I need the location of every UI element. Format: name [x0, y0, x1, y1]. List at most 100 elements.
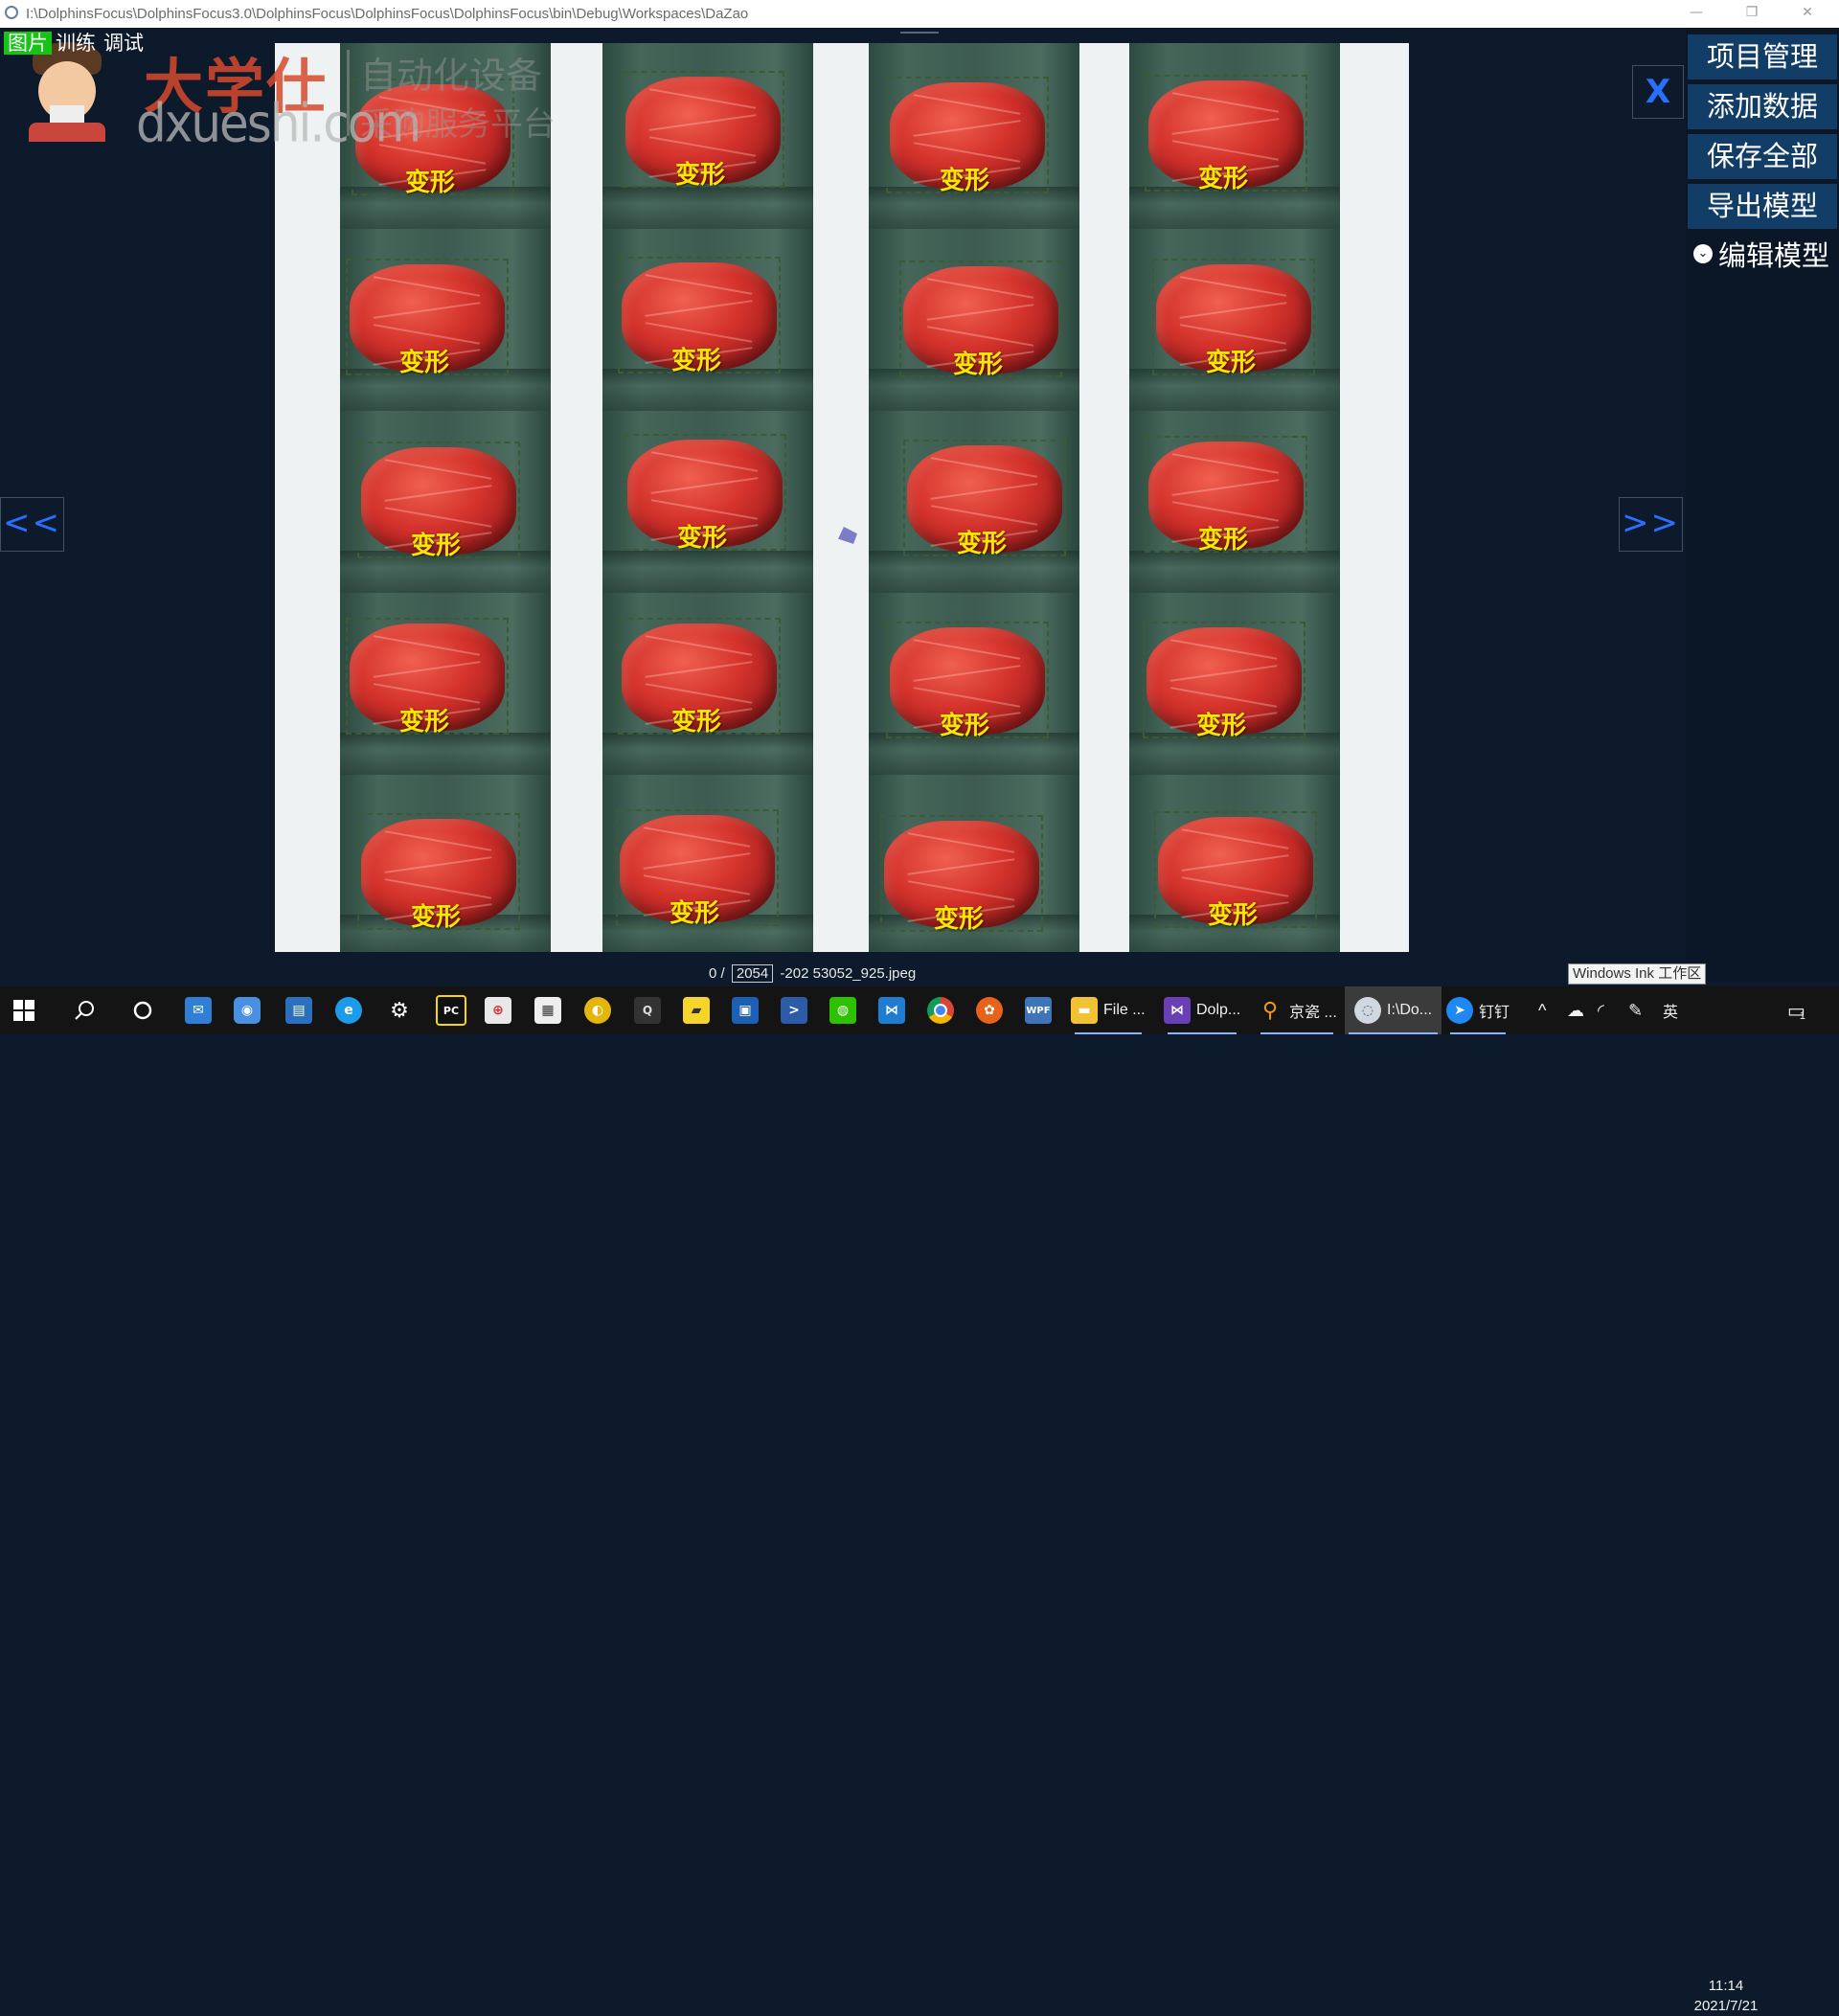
search-button[interactable] — [73, 986, 96, 1034]
q-app-icon: Q — [634, 997, 661, 1024]
next-image-button[interactable]: >> — [1619, 497, 1683, 552]
detection-label: 变形 — [953, 351, 1004, 379]
taskbar-mail[interactable]: ✉ — [185, 986, 212, 1034]
ime-indicator[interactable]: 英 — [1663, 986, 1678, 1034]
vscode-icon: ⋈ — [878, 997, 905, 1024]
taskbar-wpf[interactable]: WPF — [1025, 986, 1052, 1034]
taskbar-settings[interactable]: ⚙ — [386, 986, 413, 1034]
detection-label: 变形 — [677, 524, 728, 553]
detection-label: 变形 — [1208, 901, 1259, 930]
orange-app-icon: ✿ — [976, 997, 1003, 1024]
taskbar-app-2[interactable]: ◉ — [234, 986, 261, 1034]
minimize-button[interactable]: — — [1674, 0, 1718, 28]
wechat-icon: ◍ — [829, 997, 856, 1024]
taskbar-app-17[interactable]: ✿ — [976, 986, 1003, 1034]
taskbar-chrome[interactable] — [927, 986, 954, 1034]
add-data-button[interactable]: 添加数据 — [1688, 84, 1837, 129]
edit-model-label: 编辑模型 — [1718, 239, 1830, 272]
taskbar-app-dingtalk[interactable]: ➤ 钉钉 — [1446, 986, 1510, 1034]
cloud-icon[interactable]: ☁ — [1567, 986, 1584, 1034]
close-image-button[interactable]: X — [1632, 65, 1684, 119]
outlook-icon: ▤ — [285, 997, 312, 1024]
prev-image-button[interactable]: << — [0, 497, 64, 552]
search-app-icon: ⚲ — [1261, 998, 1279, 1023]
target-icon: ⊕ — [485, 997, 511, 1024]
network-app-icon: ▣ — [732, 997, 759, 1024]
detection-label: 变形 — [1198, 165, 1249, 193]
taskbar-label: File ... — [1103, 1002, 1146, 1018]
taskbar-app-9[interactable]: ◐ — [584, 986, 611, 1034]
roller — [602, 551, 813, 593]
export-model-button[interactable]: 导出模型 — [1688, 184, 1837, 229]
taskbar-pycharm[interactable]: PC — [436, 986, 466, 1034]
pycharm-icon: PC — [436, 995, 466, 1026]
start-button[interactable] — [13, 986, 34, 1034]
ball-icon: ◐ — [584, 997, 611, 1024]
dingtalk-icon: ➤ — [1446, 997, 1473, 1024]
pen-icon[interactable]: ✎ — [1628, 986, 1643, 1034]
detection-label: 变形 — [675, 161, 726, 190]
taskbar-vscode[interactable]: ⋈ — [878, 986, 905, 1034]
taskbar-app-3[interactable]: ▤ — [285, 986, 312, 1034]
taskbar-edge[interactable]: e — [335, 986, 362, 1034]
debris-speck — [838, 527, 857, 544]
image-total[interactable]: 2054 — [731, 964, 774, 983]
app-icon — [5, 6, 18, 19]
detection-label: 变形 — [671, 347, 722, 375]
detection-label: 变形 — [1206, 349, 1257, 377]
roller — [602, 187, 813, 229]
roller — [340, 733, 551, 775]
index-separator: / — [720, 965, 725, 982]
restore-button[interactable]: ❐ — [1730, 0, 1774, 28]
taskbar-app-12[interactable]: ▣ — [732, 986, 759, 1034]
image-status: 0 / 2054 -202 53052_925.jpeg — [709, 964, 916, 984]
notification-icon[interactable]: ▭ 1 — [1787, 986, 1805, 1034]
wifi-icon[interactable]: ◜ — [1598, 986, 1604, 1034]
tab-debug[interactable]: 调试 — [100, 32, 148, 55]
resize-grip[interactable] — [900, 32, 939, 34]
detection-label: 变形 — [940, 712, 990, 740]
taskbar-label: I:\Do... — [1387, 1002, 1433, 1018]
tray-overflow-icon[interactable]: ^ — [1538, 986, 1546, 1034]
taskbar-app-10[interactable]: Q — [634, 986, 661, 1034]
mode-tabs: 图片 训练 调试 — [4, 32, 148, 55]
detection-label: 变形 — [411, 903, 462, 932]
detection-label: 变形 — [399, 708, 450, 736]
close-window-button[interactable]: ✕ — [1785, 0, 1829, 28]
windows-icon — [13, 1000, 34, 1021]
dolphins-app-icon: ◌ — [1354, 997, 1381, 1024]
taskbar-app-file[interactable]: ▬ File ... — [1071, 986, 1146, 1034]
inspection-image[interactable]: 变形 变形 变形 变形 变形 变形 变形 变形 变形 变形 变形 变形 变形 变形 变形 变形 变形 变形 变形 变形 — [275, 43, 1409, 952]
taskbar-powershell[interactable]: > — [781, 986, 807, 1034]
sticky-notes-icon: ▰ — [683, 997, 710, 1024]
detection-label: 变形 — [1198, 526, 1249, 555]
roller — [1129, 551, 1340, 593]
taskbar-label: 钉钉 — [1479, 1005, 1510, 1021]
taskbar-label: 京瓷 ... — [1289, 1005, 1337, 1021]
taskbar-app-dolphins[interactable]: ◌ I:\Do... — [1345, 986, 1442, 1034]
taskbar-store[interactable]: ▦ — [534, 986, 561, 1034]
task-view-button[interactable] — [132, 986, 153, 1034]
detection-label: 变形 — [957, 530, 1008, 558]
tab-train[interactable]: 训练 — [52, 32, 100, 55]
chrome-icon — [927, 997, 954, 1024]
detection-label: 变形 — [1196, 712, 1247, 740]
mail-icon: ✉ — [185, 997, 212, 1024]
edit-model-toggle[interactable]: ⌄ 编辑模型 — [1693, 235, 1829, 273]
store-icon: ▦ — [534, 997, 561, 1024]
clock-time: 11:14 — [1708, 1978, 1744, 1994]
taskbar-app-7[interactable]: ⊕ — [485, 986, 511, 1034]
image-filename: -202 53052_925.jpeg — [780, 965, 917, 982]
image-index: 0 — [709, 965, 717, 982]
photos-icon: ◉ — [234, 997, 261, 1024]
taskbar-app-kyocera[interactable]: ⚲ 京瓷 ... — [1257, 986, 1337, 1034]
detection-label: 变形 — [934, 905, 985, 934]
system-clock[interactable]: 11:14 2021/7/21 — [1688, 1976, 1764, 2016]
project-manage-button[interactable]: 项目管理 — [1688, 34, 1837, 79]
tab-image[interactable]: 图片 — [4, 32, 52, 55]
taskbar-app-dolp[interactable]: ⋈ Dolp... — [1164, 986, 1240, 1034]
taskbar-wechat[interactable]: ◍ — [829, 986, 856, 1034]
taskbar-sticky-notes[interactable]: ▰ — [683, 986, 710, 1034]
roller — [602, 733, 813, 775]
save-all-button[interactable]: 保存全部 — [1688, 134, 1837, 179]
